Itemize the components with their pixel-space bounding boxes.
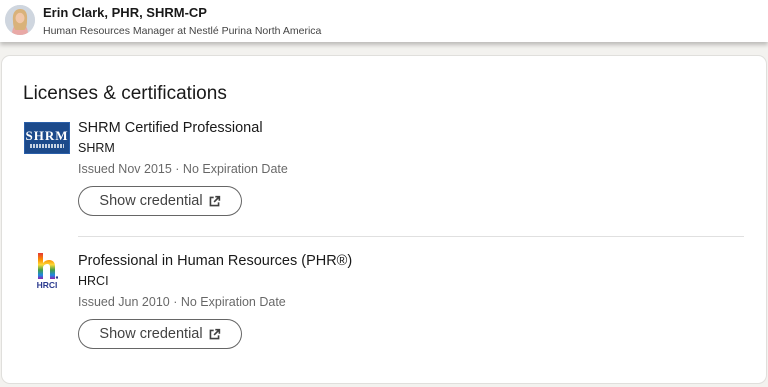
certification-name: SHRM Certified Professional [78,120,263,136]
certification-issuer: SHRM [78,141,115,155]
shrm-logo-icon[interactable]: SHRM [23,114,71,162]
shrm-logo-tagline [30,143,64,148]
hrci-logo-icon[interactable]: HRCI [23,247,71,295]
profile-name: Erin Clark, PHR, SHRM-CP [43,5,207,20]
certification-issue-date: Issued Jun 2010 · No Expiration Date [78,295,286,309]
show-credential-button[interactable]: Show credential [78,186,242,216]
section-title: Licenses & certifications [23,83,227,104]
shrm-logo-text: SHRM [25,127,69,143]
avatar-image [5,5,35,35]
shrm-logo-badge: SHRM [24,122,70,154]
profile-avatar[interactable] [5,5,35,35]
entry-divider [78,236,744,237]
certification-name: Professional in Human Resources (PHR®) [78,253,353,269]
external-link-icon [208,328,221,341]
show-credential-label: Show credential [99,326,203,342]
hrci-h-mark [38,252,58,279]
show-credential-label: Show credential [99,193,203,209]
profile-headline: Human Resources Manager at Nestlé Purina… [43,25,322,37]
external-link-icon [208,195,221,208]
show-credential-button[interactable]: Show credential [78,319,242,349]
certification-issue-date: Issued Nov 2015 · No Expiration Date [78,162,288,176]
hrci-logo-text: HRCI [36,279,58,290]
certification-issuer: HRCI [78,274,109,288]
licenses-certifications-card: Licenses & certifications SHRM SHRM Cert… [2,56,766,383]
sticky-profile-header: Erin Clark, PHR, SHRM-CP Human Resources… [0,0,768,42]
